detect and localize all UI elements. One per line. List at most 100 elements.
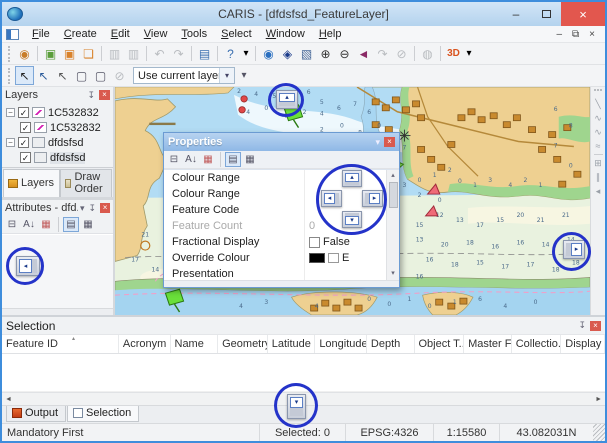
layer-label[interactable]: dfdsfsd bbox=[50, 152, 85, 164]
maximize-button[interactable] bbox=[531, 2, 561, 26]
layer-checkbox[interactable]: ✓ bbox=[18, 137, 29, 148]
menu-item-tools[interactable]: Tools bbox=[174, 27, 214, 41]
menu-item-edit[interactable]: Edit bbox=[104, 27, 137, 41]
menu-item-help[interactable]: Help bbox=[312, 27, 349, 41]
pin-icon[interactable]: ↧ bbox=[87, 203, 99, 214]
properties-scrollbar[interactable]: ▴ ▾ bbox=[386, 170, 399, 280]
scroll-left-button[interactable]: ◂ bbox=[16, 256, 40, 276]
menu-item-view[interactable]: View bbox=[137, 27, 175, 41]
pan-left-button[interactable]: ◂ bbox=[321, 190, 342, 207]
categorized-view-icon[interactable]: ⊟ bbox=[166, 152, 182, 167]
table-view-icon[interactable]: ▦ bbox=[38, 217, 54, 232]
collapse-strip-icon[interactable]: ◂ bbox=[596, 185, 601, 197]
tree-row[interactable]: ✓ 1C532832 bbox=[6, 120, 113, 135]
toolbar-options-icon[interactable]: ▾ bbox=[240, 44, 252, 63]
properties-close-icon[interactable]: × bbox=[384, 137, 395, 147]
mdi-document-icon[interactable] bbox=[6, 29, 19, 40]
attributes-close-icon[interactable]: × bbox=[100, 203, 110, 213]
close-button[interactable]: × bbox=[561, 2, 605, 26]
column-header-display[interactable]: Display bbox=[561, 335, 605, 353]
property-row[interactable]: Colour Range bbox=[164, 170, 399, 186]
override-colour-swatch2[interactable] bbox=[328, 253, 339, 263]
globe-view-icon[interactable]: ◉ bbox=[259, 44, 278, 63]
properties-title-bar[interactable]: Properties ▾ × bbox=[164, 133, 399, 151]
scroll-left-arrow-icon[interactable]: ◄ bbox=[5, 396, 12, 403]
combobox-arrow-icon[interactable]: ▾ bbox=[219, 68, 234, 83]
zoom-world-icon[interactable]: ◈ bbox=[278, 44, 297, 63]
tree-row[interactable]: − ✓ 1C532832 bbox=[6, 105, 113, 120]
zoom-select-icon[interactable]: ◄ bbox=[354, 44, 373, 63]
grid-view-icon[interactable]: ▦ bbox=[242, 152, 258, 167]
form-view-icon[interactable]: ▤ bbox=[63, 217, 79, 232]
column-header-acronym[interactable]: Acronym bbox=[119, 335, 171, 353]
layer-label[interactable]: 1C532832 bbox=[48, 107, 99, 119]
select-rect-icon[interactable]: ▢ bbox=[72, 66, 91, 85]
scroll-right-button[interactable]: ▸ bbox=[563, 240, 585, 259]
folders-icon[interactable]: ❏ bbox=[79, 44, 98, 63]
grid-view-icon[interactable]: ▦ bbox=[80, 217, 96, 232]
pin-icon[interactable]: ↧ bbox=[85, 90, 97, 101]
map-viewport[interactable]: 2454650432467602808789343012013421201512… bbox=[115, 87, 590, 315]
tab-layers[interactable]: Layers bbox=[3, 169, 60, 197]
zoom-in-icon[interactable]: ⊕ bbox=[316, 44, 335, 63]
scroll-up-button[interactable]: ▴ bbox=[276, 90, 298, 109]
open-chart-icon[interactable]: ▣ bbox=[41, 44, 60, 63]
property-row[interactable]: Fractional Display False bbox=[164, 234, 399, 250]
table-view-icon[interactable]: ▦ bbox=[200, 152, 216, 167]
column-header-master-f[interactable]: Master F... bbox=[464, 335, 512, 353]
fractional-display-checkbox[interactable] bbox=[309, 237, 320, 248]
strip-grip[interactable] bbox=[594, 89, 602, 94]
property-row[interactable]: Presentation bbox=[164, 266, 399, 280]
pan-down-button[interactable]: ▾ bbox=[342, 211, 362, 228]
column-header-feature-id[interactable]: Feature ID▴ bbox=[2, 335, 119, 353]
select-rect2-icon[interactable]: ▢ bbox=[91, 66, 110, 85]
layer-checkbox[interactable]: ✓ bbox=[20, 122, 31, 133]
selection-table-body[interactable] bbox=[2, 354, 605, 392]
help-icon[interactable]: ? bbox=[221, 44, 240, 63]
pin-icon[interactable]: ↧ bbox=[576, 320, 588, 331]
chevron-down-icon[interactable]: ▾ bbox=[373, 137, 382, 148]
pan-up-button[interactable]: ▴ bbox=[342, 170, 362, 187]
sort-az-icon[interactable]: A↓ bbox=[183, 152, 199, 167]
column-header-object-t[interactable]: Object T... bbox=[415, 335, 465, 353]
zoom-out-icon[interactable]: ⊖ bbox=[335, 44, 354, 63]
form-view-icon[interactable]: ▤ bbox=[225, 152, 241, 167]
status-scale[interactable]: 1:15580 bbox=[433, 424, 499, 441]
3d-view-icon[interactable]: 3D bbox=[444, 44, 463, 63]
toolbar-options2-icon[interactable]: ▾ bbox=[463, 44, 475, 63]
new-chart-icon[interactable]: ◉ bbox=[15, 44, 34, 63]
layer-label[interactable]: dfdsfsd bbox=[48, 137, 83, 149]
draw-squiggle-icon[interactable]: ≈ bbox=[596, 140, 601, 152]
draw-curve2-icon[interactable]: ∿ bbox=[594, 126, 602, 138]
pan-right-button[interactable]: ▸ bbox=[362, 190, 383, 207]
toolbar-grip2[interactable] bbox=[8, 68, 12, 84]
menu-item-file[interactable]: File bbox=[25, 27, 57, 41]
minimize-button[interactable]: – bbox=[501, 2, 531, 26]
layers-close-icon[interactable]: × bbox=[99, 90, 110, 100]
scrollbar-thumb[interactable] bbox=[389, 182, 398, 208]
scrollbar-up-icon[interactable]: ▴ bbox=[391, 170, 395, 182]
zoom-area-icon[interactable]: ▧ bbox=[297, 44, 316, 63]
menu-item-select[interactable]: Select bbox=[214, 27, 259, 41]
mdi-minimize-button[interactable]: – bbox=[556, 29, 562, 40]
draw-curve-icon[interactable]: ∿ bbox=[594, 112, 602, 124]
column-header-latitude[interactable]: Latitude bbox=[268, 335, 316, 353]
scroll-right-arrow-icon[interactable]: ► bbox=[595, 396, 602, 403]
layer-checkbox[interactable]: ✓ bbox=[20, 152, 31, 163]
scrollbar-down-icon[interactable]: ▾ bbox=[391, 268, 395, 280]
expander-icon[interactable]: − bbox=[6, 138, 15, 147]
override-colour-swatch[interactable] bbox=[309, 253, 325, 263]
menu-item-window[interactable]: Window bbox=[259, 27, 312, 41]
column-header-name[interactable]: Name bbox=[171, 335, 219, 353]
mdi-restore-button[interactable]: ⧉ bbox=[572, 29, 579, 40]
column-header-collectio[interactable]: Collectio... bbox=[512, 335, 562, 353]
column-header-geometry[interactable]: Geometry bbox=[218, 335, 268, 353]
tree-row[interactable]: − ✓ dfdsfsd bbox=[6, 135, 113, 150]
toolbar2-options-icon[interactable]: ▾ bbox=[238, 66, 250, 85]
scroll-down-button[interactable]: ▾ bbox=[287, 394, 306, 419]
column-header-longitude[interactable]: Longitude bbox=[315, 335, 367, 353]
toolbar-grip[interactable] bbox=[8, 46, 12, 62]
column-header-depth[interactable]: Depth bbox=[367, 335, 415, 353]
categorized-view-icon[interactable]: ⊟ bbox=[4, 217, 20, 232]
layer-combobox[interactable]: Use current layer ▾ bbox=[133, 67, 235, 84]
